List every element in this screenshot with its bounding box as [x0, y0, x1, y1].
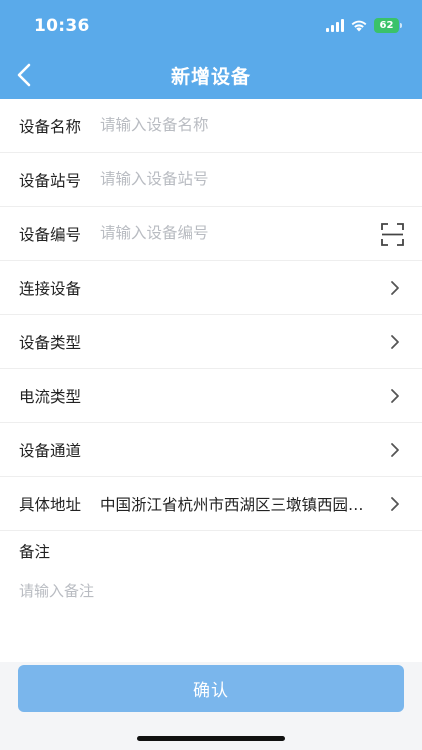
device-name-row: 设备名称 — [0, 99, 422, 153]
current-type-row[interactable]: 电流类型 — [0, 369, 422, 423]
device-type-label: 设备类型 — [19, 334, 82, 352]
device-type-row[interactable]: 设备类型 — [0, 315, 422, 369]
battery-icon: 62 — [374, 18, 399, 33]
page-title: 新增设备 — [170, 66, 251, 88]
cellular-signal-icon — [326, 19, 344, 32]
device-name-input[interactable] — [100, 112, 370, 138]
device-code-input[interactable] — [100, 220, 370, 246]
battery-level: 62 — [379, 20, 394, 31]
chevron-right-icon — [391, 335, 399, 349]
scan-icon[interactable] — [381, 223, 404, 246]
device-name-label: 设备名称 — [19, 118, 82, 136]
device-station-label: 设备站号 — [19, 172, 82, 190]
device-code-row: 设备编号 — [0, 207, 422, 261]
device-station-input[interactable] — [100, 166, 370, 192]
connect-device-row[interactable]: 连接设备 — [0, 261, 422, 315]
device-code-label: 设备编号 — [19, 226, 82, 244]
device-station-row: 设备站号 — [0, 153, 422, 207]
connect-device-label: 连接设备 — [19, 280, 82, 298]
device-channel-row[interactable]: 设备通道 — [0, 423, 422, 477]
device-channel-label: 设备通道 — [19, 442, 82, 460]
remark-label: 备注 — [19, 543, 51, 561]
home-indicator — [137, 736, 285, 741]
chevron-right-icon — [391, 389, 399, 403]
status-bar: 10:36 62 — [0, 0, 422, 52]
address-label: 具体地址 — [19, 496, 82, 514]
battery-tip — [400, 23, 402, 28]
confirm-button[interactable]: 确认 — [18, 665, 404, 712]
current-type-label: 电流类型 — [19, 388, 82, 406]
chevron-right-icon — [391, 497, 399, 511]
status-time: 10:36 — [34, 16, 90, 36]
remark-input[interactable] — [19, 580, 399, 650]
device-form: 设备名称 设备站号 设备编号 连接设备 设备类型 电流类型 — [0, 99, 422, 662]
app-header: 10:36 62 新增设备 — [0, 0, 422, 99]
address-row[interactable]: 具体地址 中国浙江省杭州市西湖区三墩镇西园… — [0, 477, 422, 531]
address-value: 中国浙江省杭州市西湖区三墩镇西园… — [100, 496, 364, 514]
chevron-right-icon — [391, 281, 399, 295]
wifi-icon — [351, 20, 367, 32]
chevron-right-icon — [391, 443, 399, 457]
